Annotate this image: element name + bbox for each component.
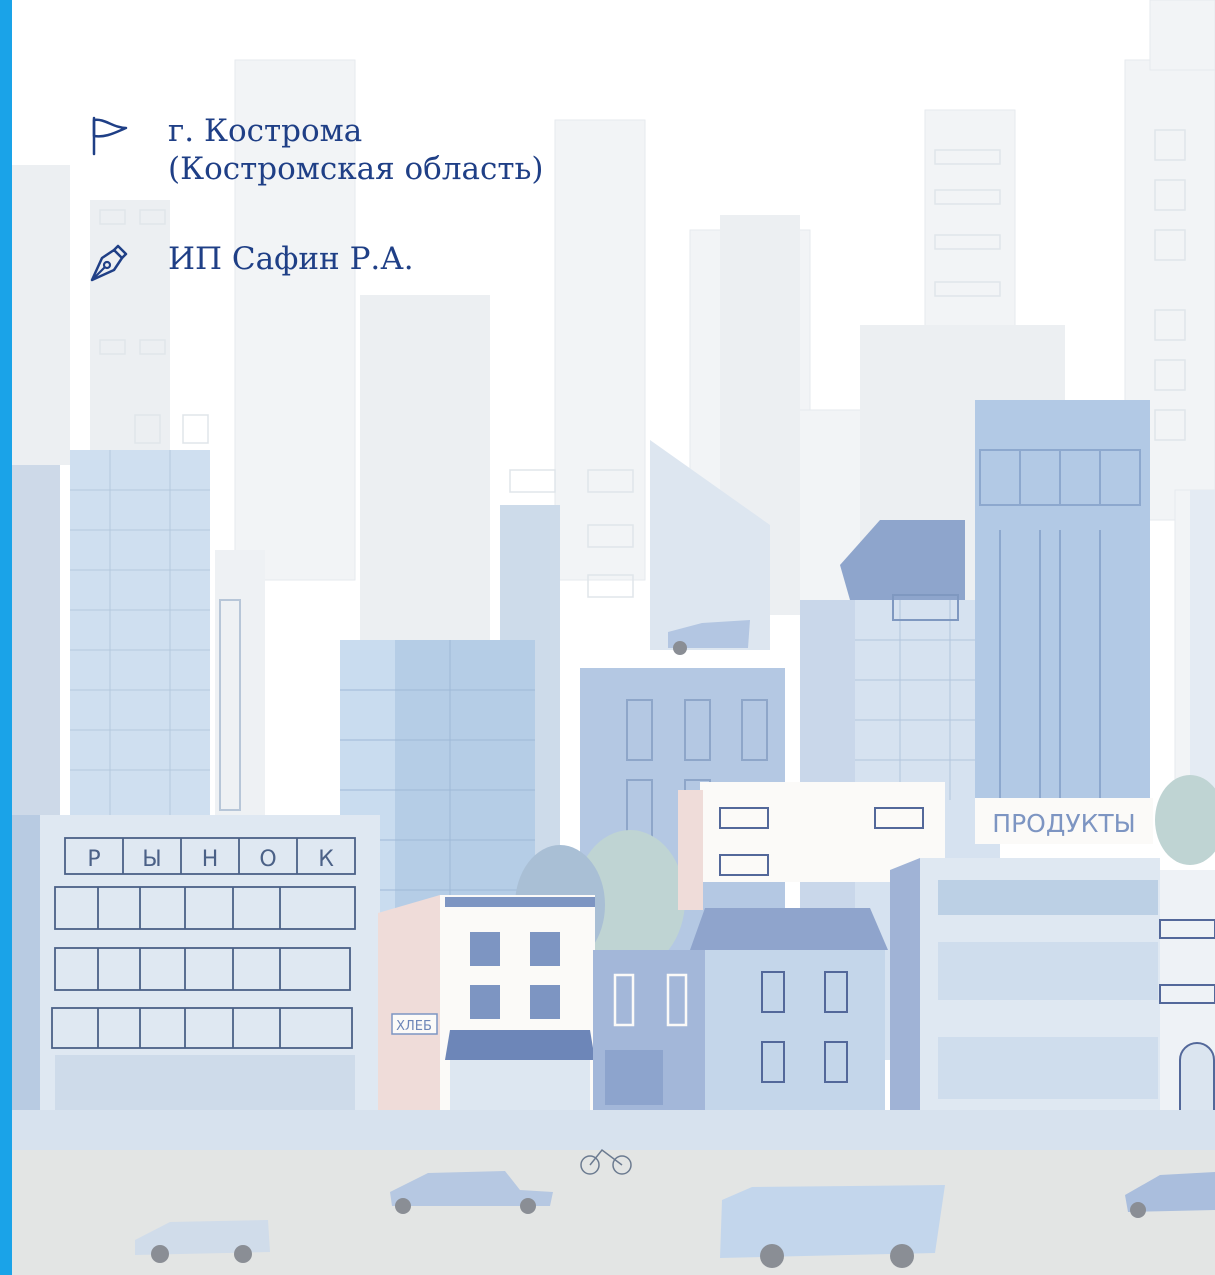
location-region: (Костромская область) — [168, 151, 544, 187]
location-row: г. Кострома (Костромская область) — [88, 112, 788, 192]
page: Р Ы Н О К ХЛЕБ ПРОДУКТЫ г. Кострома (Кос… — [0, 0, 1215, 1275]
accent-bar — [0, 0, 12, 1275]
market-sign-letter: Р — [87, 847, 100, 872]
market-sign-letter: К — [318, 847, 334, 872]
flag-icon — [92, 116, 128, 156]
grocery-sign: ПРОДУКТЫ — [992, 809, 1135, 838]
market-sign-letter: О — [259, 847, 276, 872]
location-text: г. Кострома (Костромская область) — [168, 112, 544, 188]
market-sign-letter: Ы — [142, 847, 161, 872]
author-name: ИП Сафин Р.А. — [168, 241, 414, 277]
location-city: г. Кострома — [168, 113, 363, 149]
bakery-sign: ХЛЕБ — [396, 1019, 432, 1034]
pen-nib-icon — [90, 244, 128, 282]
author-row: ИП Сафин Р.А. — [88, 240, 788, 284]
market-sign-letter: Н — [202, 847, 219, 872]
